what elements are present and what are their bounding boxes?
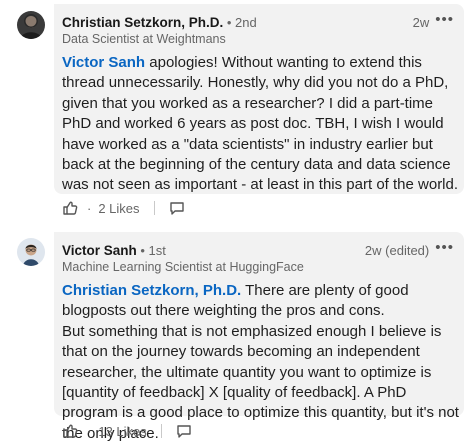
author-row: Victor Sanh • 1st [62, 243, 166, 258]
reply-icon[interactable] [176, 423, 192, 439]
mention-link[interactable]: Victor Sanh [62, 54, 145, 71]
avatar[interactable] [17, 11, 45, 39]
connection-degree: • 2nd [223, 15, 257, 30]
more-options-icon[interactable]: ••• [435, 240, 454, 255]
timestamp: 2w (edited) [364, 243, 430, 258]
comment-meta: 2w (edited) ••• [364, 240, 454, 258]
author-name[interactable]: Victor Sanh [62, 243, 137, 258]
likes-count[interactable]: 2 Likes [98, 201, 139, 216]
comment-text: Victor Sanh apologies! Without wanting t… [62, 53, 460, 196]
thumbs-up-icon[interactable] [62, 200, 78, 216]
thumbs-up-icon[interactable] [62, 423, 78, 439]
timestamp: 2w [412, 15, 430, 30]
author-row: Christian Setzkorn, Ph.D. • 2nd [62, 15, 257, 30]
comment-bubble: Victor Sanh • 1st Machine Learning Scien… [54, 232, 464, 442]
comment-meta: 2w ••• [412, 12, 454, 30]
avatar[interactable] [17, 238, 45, 266]
comment-1: Christian Setzkorn, Ph.D. • 2nd Data Sci… [0, 0, 474, 230]
comment-bubble: Christian Setzkorn, Ph.D. • 2nd Data Sci… [54, 4, 464, 194]
mention-link[interactable]: Christian Setzkorn, Ph.D. [62, 282, 241, 299]
likes-separator: · [87, 200, 92, 216]
author-headline: Machine Learning Scientist at HuggingFac… [62, 260, 304, 274]
author-name[interactable]: Christian Setzkorn, Ph.D. [62, 15, 223, 30]
comment-actions: · 2 Likes [62, 200, 185, 216]
avatar-photo-icon [17, 238, 45, 266]
comment-paragraph-1: Christian Setzkorn, Ph.D. There are plen… [62, 281, 460, 322]
avatar-photo-icon [17, 11, 45, 39]
likes-separator: · [87, 423, 92, 439]
comment-body: apologies! Without wanting to extend thi… [62, 54, 459, 194]
reply-icon[interactable] [169, 200, 185, 216]
action-divider [153, 201, 155, 215]
comment-text: Christian Setzkorn, Ph.D. There are plen… [62, 281, 460, 443]
action-divider [160, 424, 162, 438]
connection-degree: • 1st [136, 243, 166, 258]
author-headline: Data Scientist at Weightmans [62, 32, 226, 46]
more-options-icon[interactable]: ••• [435, 12, 454, 27]
comment-2: Victor Sanh • 1st Machine Learning Scien… [0, 228, 474, 443]
comment-actions: · 13 Likes [62, 423, 192, 439]
likes-count[interactable]: 13 Likes [98, 424, 146, 439]
